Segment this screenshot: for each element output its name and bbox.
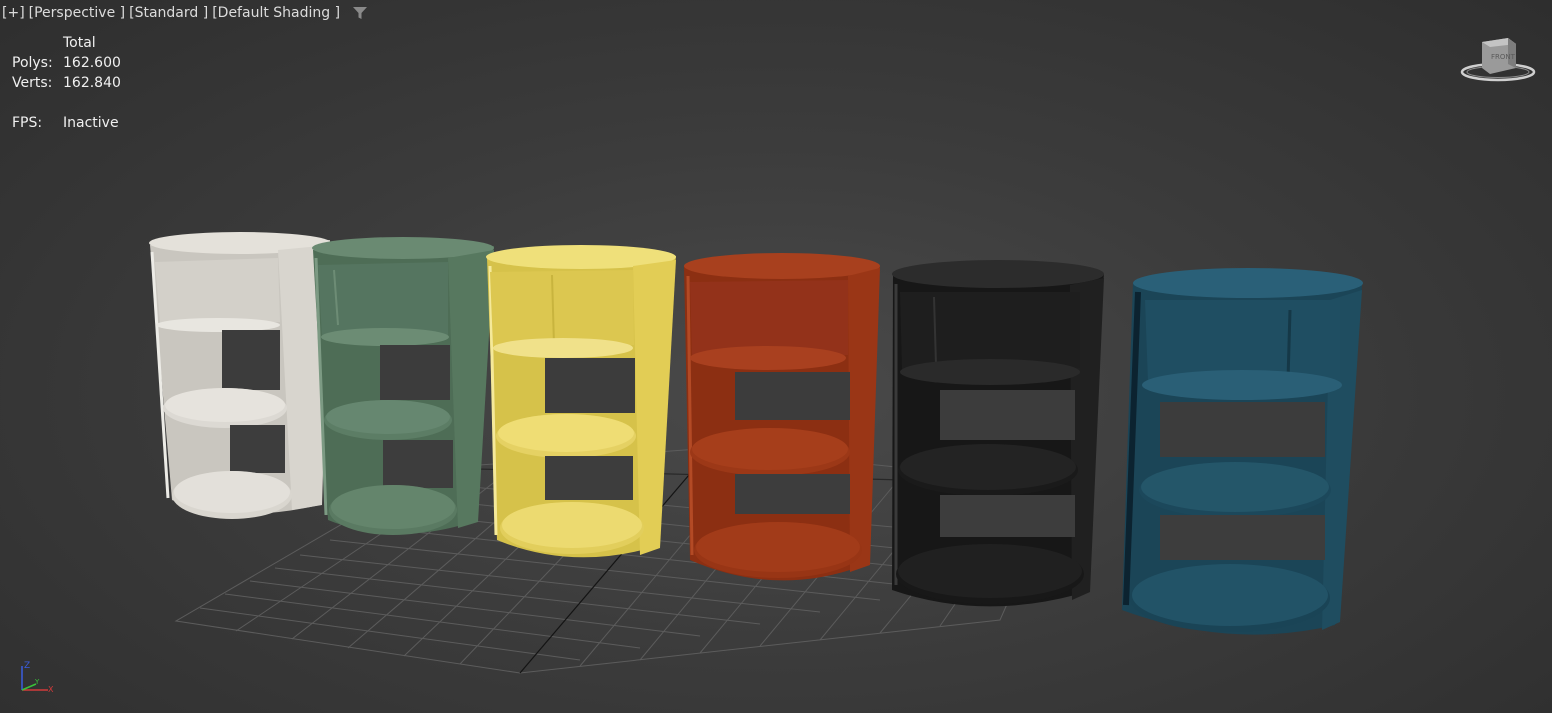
polys-label: Polys: [12, 55, 53, 71]
viewcube-icon[interactable]: FRONT [1458, 36, 1538, 86]
viewport-mode-menu[interactable]: [Standard ] [129, 5, 208, 21]
viewcube-face-label: FRONT [1491, 53, 1516, 61]
viewport-shading-menu[interactable]: [Default Shading ] [212, 5, 340, 21]
green-shelf-unit[interactable] [312, 237, 494, 535]
axis-z-label: Z [24, 661, 30, 671]
scene-canvas[interactable] [0, 0, 1552, 713]
axis-y-label: Y [34, 678, 40, 686]
polys-value: 162.600 [63, 55, 121, 71]
viewport-pov-menu[interactable]: [Perspective ] [29, 5, 125, 21]
verts-value: 162.840 [63, 75, 121, 91]
stats-header: Total [63, 35, 96, 51]
viewport-label-menu: [+] [Perspective ] [Standard ] [Default … [2, 5, 368, 21]
statistics-overlay: Total Polys: 162.600 Verts: 162.840 FPS: In… [12, 33, 121, 133]
fps-label: FPS: [12, 115, 43, 131]
filter-icon[interactable] [352, 5, 368, 21]
red-shelf-unit[interactable] [684, 253, 880, 581]
black-shelf-unit[interactable] [892, 260, 1104, 607]
axis-x-label: X [48, 685, 54, 694]
viewport-plus-menu[interactable]: [+] [2, 5, 25, 21]
teal-shelf-unit[interactable] [1122, 268, 1363, 635]
fps-value: Inactive [63, 115, 119, 131]
axis-tripod-icon: Z X Y [21, 661, 54, 694]
white-shelf-unit[interactable] [149, 232, 331, 519]
perspective-viewport[interactable]: [+] [Perspective ] [Standard ] [Default … [0, 0, 1552, 713]
yellow-shelf-unit[interactable] [486, 245, 676, 558]
verts-label: Verts: [12, 75, 53, 91]
